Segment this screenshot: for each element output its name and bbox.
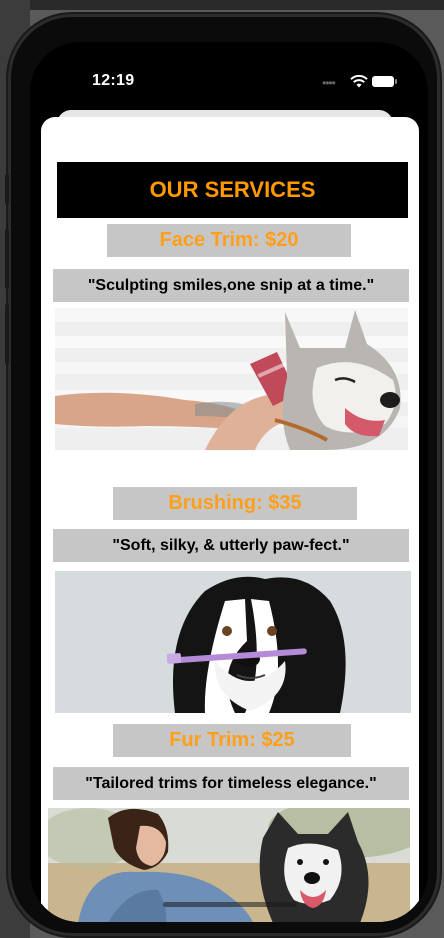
service-tagline-face-trim: "Sculpting smiles,one snip at a time." xyxy=(53,269,409,302)
brushing-photo xyxy=(55,571,411,713)
service-price-brushing: Brushing: $35 xyxy=(113,487,357,520)
volume-down-button xyxy=(5,304,9,364)
wifi-icon xyxy=(350,75,368,88)
service-tagline-brushing: "Soft, silky, & utterly paw-fect." xyxy=(53,529,409,562)
battery-icon xyxy=(372,76,397,87)
phone-frame: 12:19 •••• OUR SERVICES Face Trim: $20 "… xyxy=(5,14,440,936)
silent-switch xyxy=(5,174,9,204)
volume-up-button xyxy=(5,229,9,289)
service-tagline-fur-trim: "Tailored trims for timeless elegance." xyxy=(53,767,409,800)
service-price-face-trim: Face Trim: $20 xyxy=(107,224,351,257)
phone-screen: 12:19 •••• OUR SERVICES Face Trim: $20 "… xyxy=(30,42,428,922)
services-sheet[interactable]: OUR SERVICES Face Trim: $20 "Sculpting s… xyxy=(41,117,419,922)
face-trim-photo xyxy=(55,308,408,450)
service-price-fur-trim: Fur Trim: $25 xyxy=(113,724,351,757)
desktop-background xyxy=(0,0,444,10)
cellular-signal-icon: •••• xyxy=(322,76,336,90)
status-time: 12:19 xyxy=(92,72,135,89)
page-title: OUR SERVICES xyxy=(57,162,408,218)
status-icons: •••• xyxy=(322,75,402,89)
home-indicator[interactable] xyxy=(163,902,297,907)
